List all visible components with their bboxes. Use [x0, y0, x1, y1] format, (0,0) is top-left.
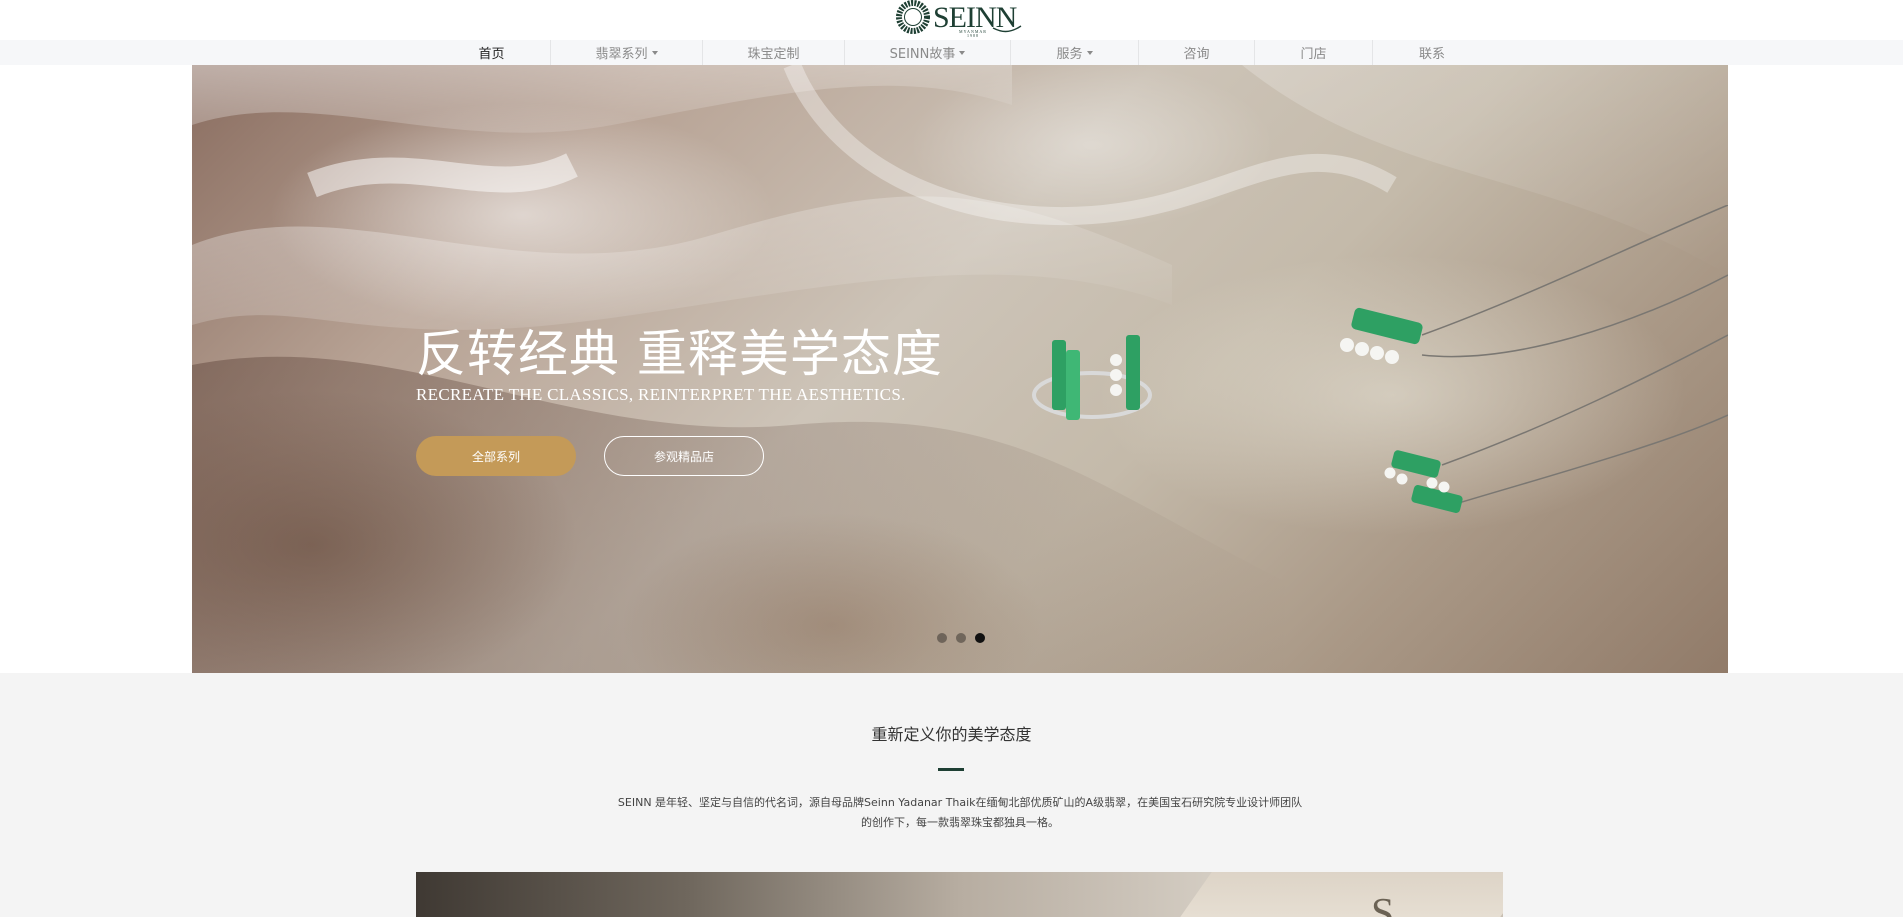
nav-item-4[interactable]: 服务	[1011, 40, 1139, 65]
intro-section: 重新定义你的美学态度 SEINN 是年轻、坚定与自信的代名词，源自母品牌Sein…	[0, 673, 1903, 917]
nav-item-3[interactable]: SEINN故事	[845, 40, 1011, 65]
jade-pendant-image	[1340, 205, 1728, 513]
title-divider	[938, 768, 964, 771]
brand-card-logo-icon: S	[1371, 891, 1395, 917]
nav-item-label: SEINN故事	[889, 47, 956, 62]
nav-item-label: 服务	[1056, 47, 1083, 62]
carousel-dot-3[interactable]	[975, 633, 985, 643]
nav-item-label: 门店	[1300, 47, 1327, 62]
brand-feature-image: S	[416, 872, 1503, 917]
brand-submark: MYANMAR 1988	[959, 29, 987, 38]
nav-item-label: 首页	[478, 47, 505, 62]
logo-flourish-icon	[992, 25, 1022, 33]
all-collections-button[interactable]: 全部系列	[416, 436, 576, 476]
nav-item-2[interactable]: 珠宝定制	[703, 40, 845, 65]
nav-item-label: 翡翠系列	[595, 47, 648, 62]
carousel-dot-2[interactable]	[956, 633, 966, 643]
nav-item-5[interactable]: 咨询	[1139, 40, 1255, 65]
caret-down-icon	[1086, 50, 1093, 55]
nav-item-label: 珠宝定制	[747, 47, 800, 62]
header: SEINN MYANMAR 1988	[0, 0, 1903, 40]
main-nav: 首页 翡翠系列 珠宝定制 SEINN故事 服务 咨询 门店 联系	[0, 40, 1903, 65]
caret-down-icon	[651, 50, 658, 55]
nav-item-6[interactable]: 门店	[1255, 40, 1373, 65]
nav-item-label: 联系	[1418, 47, 1445, 62]
visit-boutique-button[interactable]: 参观精品店	[604, 436, 764, 476]
nav-item-1[interactable]: 翡翠系列	[551, 40, 703, 65]
nav-item-label: 咨询	[1183, 47, 1210, 62]
nav-item-7[interactable]: 联系	[1373, 40, 1491, 65]
hero-title: 反转经典 重释美学态度	[416, 325, 943, 383]
carousel-indicators	[937, 633, 985, 643]
hero-banner[interactable]: 反转经典 重释美学态度 RECREATE THE CLASSICS, REINT…	[192, 65, 1728, 673]
intro-description: SEINN 是年轻、坚定与自信的代名词，源自母品牌Seinn Yadanar T…	[617, 796, 1303, 829]
nav-list: 首页 翡翠系列 珠宝定制 SEINN故事 服务 咨询 门店 联系	[433, 40, 1491, 65]
hero-subtitle: RECREATE THE CLASSICS, REINTERPRET THE A…	[416, 385, 906, 404]
nav-item-0[interactable]: 首页	[433, 40, 551, 65]
jade-ring-image	[1032, 335, 1152, 420]
intro-title: 重新定义你的美学态度	[871, 725, 1032, 744]
carousel-dot-1[interactable]	[937, 633, 947, 643]
caret-down-icon	[959, 50, 966, 55]
brand-card-image	[1180, 872, 1503, 917]
logo-ring-icon	[896, 0, 930, 34]
brand-logo[interactable]: SEINN MYANMAR 1988	[895, 0, 1025, 40]
